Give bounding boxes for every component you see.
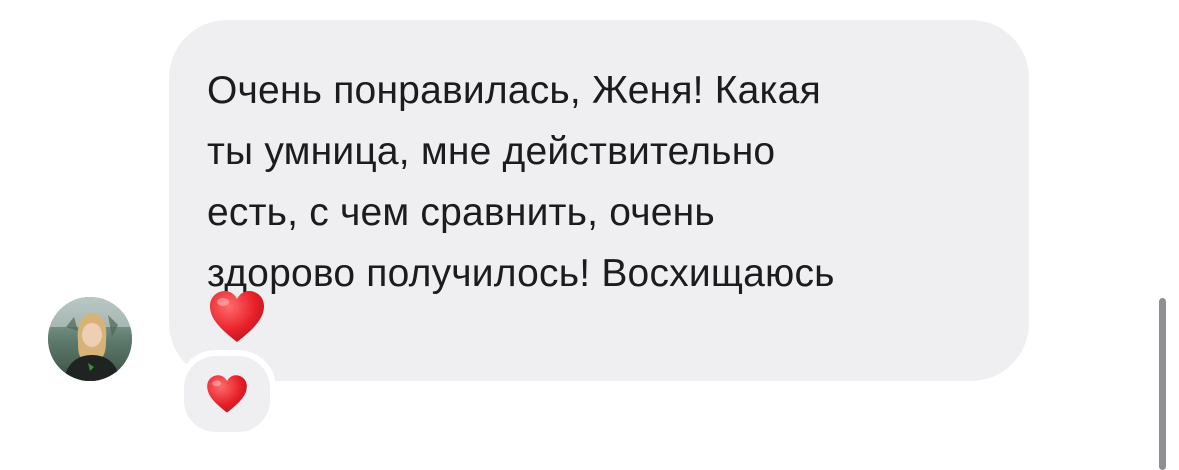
message-text-line: здорово получилось! Восхищаюсь — [207, 252, 835, 295]
scrollbar[interactable] — [1159, 298, 1166, 470]
message-text-line: ты умница, мне действительно — [207, 130, 776, 173]
message-bubble[interactable]: Очень понравилась, Женя! Какая ты умница… — [169, 20, 1029, 381]
avatar-photo-icon — [48, 297, 132, 381]
reaction-badge[interactable] — [178, 350, 276, 438]
message-text-line: Очень понравилась, Женя! Какая — [207, 69, 821, 112]
message-text-line: есть, с чем сравнить, очень — [207, 191, 715, 234]
red-heart-icon — [207, 375, 247, 413]
red-heart-icon — [210, 291, 264, 342]
avatar[interactable] — [48, 297, 132, 381]
